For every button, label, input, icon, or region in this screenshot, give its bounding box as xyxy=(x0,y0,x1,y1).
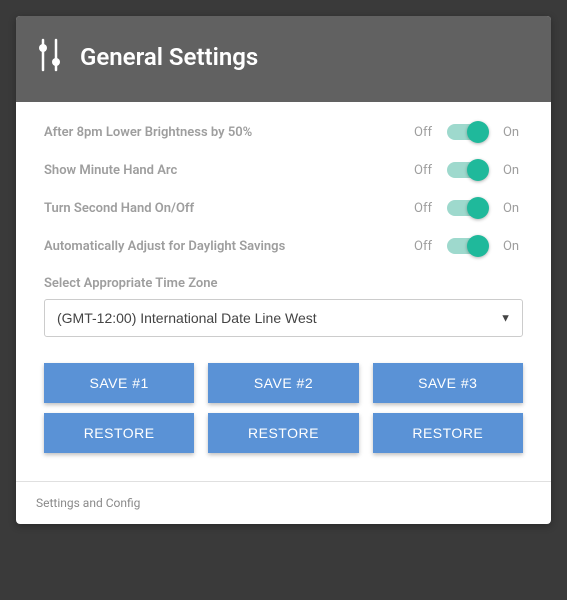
setting-row-dst: Automatically Adjust for Daylight Saving… xyxy=(44,238,523,254)
setting-label: Turn Second Hand On/Off xyxy=(44,201,411,216)
toggle-group: Off On xyxy=(411,238,523,254)
toggle-group: Off On xyxy=(411,200,523,216)
footer-text: Settings and Config xyxy=(36,496,140,510)
minute-arc-toggle[interactable] xyxy=(447,162,487,178)
setting-row-brightness: After 8pm Lower Brightness by 50% Off On xyxy=(44,124,523,140)
settings-body: After 8pm Lower Brightness by 50% Off On… xyxy=(16,102,551,481)
toggle-on-label: On xyxy=(499,125,523,140)
button-grid: SAVE #1 SAVE #2 SAVE #3 RESTORE RESTORE … xyxy=(44,363,523,453)
restore-3-button[interactable]: RESTORE xyxy=(373,413,523,453)
restore-2-button[interactable]: RESTORE xyxy=(208,413,358,453)
toggle-on-label: On xyxy=(499,163,523,178)
second-hand-toggle[interactable] xyxy=(447,200,487,216)
setting-label: Show Minute Hand Arc xyxy=(44,163,411,178)
footer: Settings and Config xyxy=(16,481,551,524)
setting-label: Automatically Adjust for Daylight Saving… xyxy=(44,239,411,254)
page-title: General Settings xyxy=(80,43,258,71)
toggle-off-label: Off xyxy=(411,163,435,178)
toggle-group: Off On xyxy=(411,124,523,140)
toggle-on-label: On xyxy=(499,201,523,216)
save-2-button[interactable]: SAVE #2 xyxy=(208,363,358,403)
restore-1-button[interactable]: RESTORE xyxy=(44,413,194,453)
toggle-on-label: On xyxy=(499,239,523,254)
dst-toggle[interactable] xyxy=(447,238,487,254)
save-3-button[interactable]: SAVE #3 xyxy=(373,363,523,403)
settings-card: General Settings After 8pm Lower Brightn… xyxy=(16,16,551,524)
settings-sliders-icon xyxy=(36,38,66,76)
setting-row-minute-arc: Show Minute Hand Arc Off On xyxy=(44,162,523,178)
toggle-off-label: Off xyxy=(411,125,435,140)
toggle-off-label: Off xyxy=(411,201,435,216)
timezone-label: Select Appropriate Time Zone xyxy=(44,276,523,291)
setting-label: After 8pm Lower Brightness by 50% xyxy=(44,125,411,140)
timezone-select-wrap: (GMT-12:00) International Date Line West… xyxy=(44,299,523,337)
brightness-toggle[interactable] xyxy=(447,124,487,140)
timezone-select[interactable]: (GMT-12:00) International Date Line West xyxy=(44,299,523,337)
setting-row-second-hand: Turn Second Hand On/Off Off On xyxy=(44,200,523,216)
toggle-group: Off On xyxy=(411,162,523,178)
save-1-button[interactable]: SAVE #1 xyxy=(44,363,194,403)
toggle-off-label: Off xyxy=(411,239,435,254)
header: General Settings xyxy=(16,16,551,102)
